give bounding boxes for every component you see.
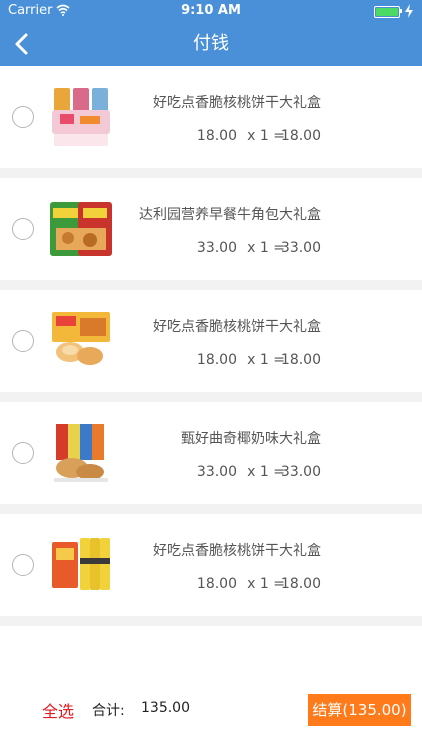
page-title: 付钱 [193, 33, 229, 54]
line-subtotal: 33.00 [280, 240, 321, 256]
total-label: 合计: [92, 703, 125, 719]
cart-item: 好吃点香脆核桃饼干大礼盒 18.00 x 1 = 18.00 [0, 66, 422, 178]
line-subtotal: 33.00 [280, 464, 321, 480]
total-amount: 135.00 [141, 700, 190, 716]
quantity: x 1 = [247, 464, 285, 480]
nav-bar: 付钱 [0, 22, 422, 66]
select-radio[interactable] [12, 330, 34, 352]
select-all-button[interactable]: 全选 [42, 698, 74, 722]
product-name: 甄好曲奇椰奶味大礼盒 [181, 431, 321, 447]
cart-item: 好吃点香脆核桃饼干大礼盒 18.00 x 1 = 18.00 [0, 290, 422, 402]
quantity: x 1 = [247, 352, 285, 368]
quantity: x 1 = [247, 240, 285, 256]
unit-price: 18.00 [196, 352, 237, 368]
clock: 9:10 AM [181, 3, 241, 18]
top-bar: Carrier 9:10 AM 付钱 [0, 0, 422, 66]
select-radio[interactable] [12, 218, 34, 240]
checkout-bar: 全选 合计: 135.00 结算(135.00) [0, 690, 422, 730]
charging-icon [405, 4, 413, 18]
product-name: 好吃点香脆核桃饼干大礼盒 [153, 95, 321, 111]
product-image [50, 202, 112, 256]
product-image [54, 424, 108, 482]
battery-icon [374, 6, 400, 18]
unit-price: 33.00 [196, 464, 237, 480]
line-subtotal: 18.00 [280, 352, 321, 368]
product-image [52, 312, 110, 365]
battery-tip [400, 9, 402, 13]
cart-item: 达利园营养早餐牛角包大礼盒 33.00 x 1 = 33.00 [0, 178, 422, 290]
status-bar: Carrier 9:10 AM [0, 0, 422, 22]
select-radio[interactable] [12, 554, 34, 576]
unit-price: 18.00 [196, 128, 237, 144]
line-subtotal: 18.00 [280, 576, 321, 592]
quantity: x 1 = [247, 128, 285, 144]
quantity: x 1 = [247, 576, 285, 592]
checkout-button[interactable]: 结算(135.00) [308, 694, 411, 726]
cart-item: 甄好曲奇椰奶味大礼盒 33.00 x 1 = 33.00 [0, 402, 422, 514]
select-radio[interactable] [12, 106, 34, 128]
product-image [52, 88, 110, 146]
select-radio[interactable] [12, 442, 34, 464]
unit-price: 18.00 [196, 576, 237, 592]
unit-price: 33.00 [196, 240, 237, 256]
cart-list: 好吃点香脆核桃饼干大礼盒 18.00 x 1 = 18.00 达利园营养早餐牛角… [0, 66, 422, 626]
product-name: 达利园营养早餐牛角包大礼盒 [139, 207, 321, 223]
product-image [52, 538, 110, 590]
cart-item: 好吃点香脆核桃饼干大礼盒 18.00 x 1 = 18.00 [0, 514, 422, 626]
product-name: 好吃点香脆核桃饼干大礼盒 [153, 543, 321, 559]
product-name: 好吃点香脆核桃饼干大礼盒 [153, 319, 321, 335]
line-subtotal: 18.00 [280, 128, 321, 144]
